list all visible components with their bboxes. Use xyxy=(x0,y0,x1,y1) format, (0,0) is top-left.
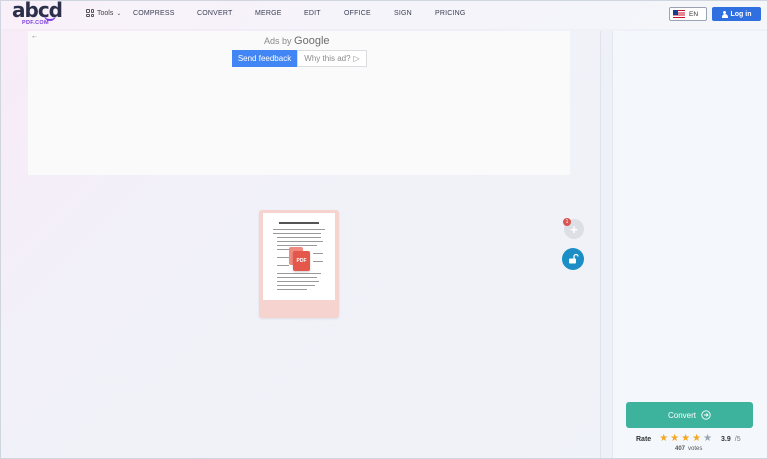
votes-count: 407 votes xyxy=(675,446,702,452)
why-this-ad-label: Why this ad? xyxy=(304,54,351,63)
doc-line xyxy=(277,281,319,282)
votes-number: 407 xyxy=(675,446,686,452)
nav-pricing[interactable]: PRICING xyxy=(435,10,466,17)
doc-line xyxy=(277,285,315,286)
us-flag-icon xyxy=(673,10,685,18)
star-icon[interactable]: ★ xyxy=(703,433,712,444)
doc-line xyxy=(277,249,289,250)
language-selector[interactable]: EN xyxy=(669,7,707,21)
tools-menu[interactable]: Tools ⌄ xyxy=(86,9,121,17)
ad-back-arrow-icon[interactable]: ← xyxy=(31,33,38,40)
rating-max: /5 xyxy=(734,435,741,443)
rate-label: Rate xyxy=(636,435,652,443)
doc-line xyxy=(313,261,323,262)
nav-office[interactable]: OFFICE xyxy=(344,10,371,17)
doc-line xyxy=(277,257,289,258)
arrow-circle-right-icon xyxy=(701,410,711,420)
star-icon[interactable]: ★ xyxy=(692,433,701,444)
nav-merge[interactable]: MERGE xyxy=(255,10,282,17)
send-feedback-button[interactable]: Send feedback xyxy=(232,50,297,67)
login-button[interactable]: Log in xyxy=(712,7,761,21)
ad-container: ← Ads by Google Send feedback Why this a… xyxy=(28,31,570,175)
doc-line xyxy=(273,229,325,230)
google-label: Google xyxy=(294,35,330,47)
doc-line xyxy=(313,253,323,254)
rating-stars: ★ ★ ★ ★ ★ xyxy=(659,434,714,444)
tools-label: Tools xyxy=(97,9,114,17)
document-page-preview: PDF xyxy=(263,213,335,300)
doc-line xyxy=(277,245,317,246)
login-label: Log in xyxy=(730,10,752,18)
doc-line xyxy=(277,265,289,266)
user-icon xyxy=(721,10,728,18)
ad-info-icon: ▷ xyxy=(353,54,360,63)
votes-label: votes xyxy=(688,446,703,452)
convert-button[interactable]: Convert xyxy=(626,402,753,428)
abcdpdf-logo[interactable]: abcd PDF.COM xyxy=(12,0,67,27)
doc-line xyxy=(277,273,321,274)
ads-by-label: Ads by xyxy=(264,36,292,46)
document-thumbnail-card[interactable]: PDF xyxy=(259,210,339,318)
nav-convert[interactable]: CONVERT xyxy=(197,10,233,17)
doc-line xyxy=(277,277,317,278)
doc-line xyxy=(277,237,321,238)
star-icon[interactable]: ★ xyxy=(659,433,668,444)
unlock-button[interactable] xyxy=(562,248,584,270)
chevron-down-icon: ⌄ xyxy=(116,10,122,17)
pdf-icon-label: PDF xyxy=(296,258,307,264)
nav-compress[interactable]: COMPRESS xyxy=(133,10,175,17)
nav-sign[interactable]: SIGN xyxy=(394,10,412,17)
rating-row: Rate ★ ★ ★ ★ ★ 3.9/5 xyxy=(636,434,741,444)
grid-icon xyxy=(86,9,94,17)
convert-label: Convert xyxy=(667,410,696,420)
ads-by-google: Ads by Google xyxy=(264,35,330,47)
star-icon[interactable]: ★ xyxy=(681,433,690,444)
rating-value: 3.9 xyxy=(721,435,731,443)
options-sidebar xyxy=(612,31,768,459)
why-this-ad-button[interactable]: Why this ad? ▷ xyxy=(297,50,367,67)
logo-subtext: PDF.COM xyxy=(22,20,49,26)
doc-line xyxy=(277,241,323,242)
star-icon[interactable]: ★ xyxy=(670,433,679,444)
top-nav-bar: abcd PDF.COM Tools ⌄ COMPRESS CONVERT ME… xyxy=(0,0,768,29)
file-count-badge: 1 xyxy=(563,218,571,226)
unlock-icon xyxy=(569,253,579,264)
nav-edit[interactable]: EDIT xyxy=(304,10,321,17)
doc-line xyxy=(273,233,321,234)
language-label: EN xyxy=(689,10,699,18)
doc-line xyxy=(277,289,307,290)
pdf-file-icon: PDF xyxy=(293,251,310,271)
doc-title-line xyxy=(279,222,319,224)
